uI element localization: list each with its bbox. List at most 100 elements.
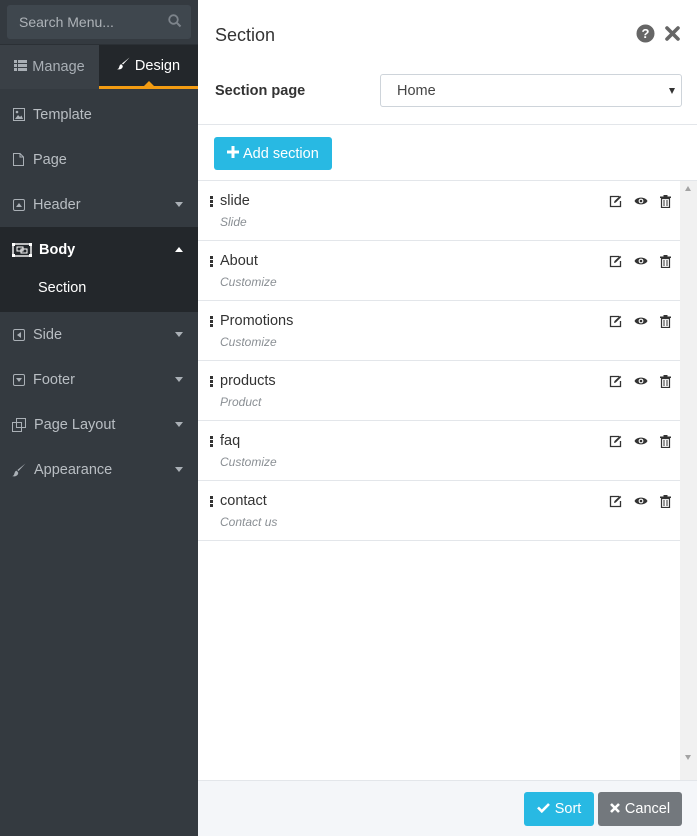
- sidebar-item-page[interactable]: Page: [0, 137, 198, 182]
- section-page-value: Home: [397, 82, 436, 99]
- eye-icon[interactable]: [634, 195, 648, 208]
- cancel-button[interactable]: Cancel: [598, 792, 682, 826]
- section-panel: Section ? Section page Home Add section …: [198, 0, 697, 836]
- times-icon: [610, 801, 620, 817]
- tab-design[interactable]: Design: [99, 45, 198, 89]
- chevron-down-icon: [175, 422, 183, 427]
- clone-icon: [12, 417, 26, 432]
- object-group-icon: [12, 242, 32, 257]
- section-row[interactable]: contact Contact us: [198, 481, 680, 541]
- sort-button[interactable]: Sort: [524, 792, 594, 826]
- search-input[interactable]: [8, 6, 190, 38]
- sidebar-item-label: Side: [33, 326, 63, 343]
- section-actions: [609, 255, 671, 268]
- image-icon: [12, 108, 25, 121]
- chevron-down-icon: [175, 377, 183, 382]
- section-row[interactable]: About Customize: [198, 241, 680, 301]
- edit-icon[interactable]: [609, 315, 622, 328]
- section-row[interactable]: Promotions Customize: [198, 301, 680, 361]
- section-type: Contact us: [220, 515, 278, 529]
- drag-handle-icon[interactable]: [210, 436, 213, 448]
- scrollbar[interactable]: [680, 181, 697, 780]
- panel-title: Section: [215, 24, 276, 45]
- section-type: Customize: [220, 455, 277, 469]
- sidebar: Manage Design Template Page Header: [0, 0, 198, 836]
- sidebar-item-header[interactable]: Header: [0, 182, 198, 227]
- chevron-down-icon: [175, 467, 183, 472]
- panel-footer: Sort Cancel: [198, 780, 697, 836]
- sidebar-subitem-section[interactable]: Section: [0, 270, 198, 312]
- brush-icon: [117, 57, 130, 74]
- search-icon[interactable]: [168, 14, 182, 31]
- eye-icon[interactable]: [634, 375, 648, 388]
- section-page-select[interactable]: Home: [380, 74, 682, 107]
- add-section-label: Add section: [243, 145, 319, 162]
- caret-square-up-icon: [12, 198, 25, 211]
- trash-icon[interactable]: [660, 195, 671, 208]
- trash-icon[interactable]: [660, 435, 671, 448]
- sort-label: Sort: [554, 801, 582, 817]
- section-actions: [609, 435, 671, 448]
- sidebar-item-footer[interactable]: Footer: [0, 357, 198, 402]
- paint-brush-icon: [12, 463, 26, 476]
- section-row[interactable]: slide Slide: [198, 181, 680, 241]
- chevron-up-icon: [175, 247, 183, 252]
- edit-icon[interactable]: [609, 375, 622, 388]
- panel-header-icons: ?: [636, 24, 680, 46]
- sidebar-tabs: Manage Design: [0, 44, 198, 89]
- check-icon: [536, 801, 550, 817]
- section-type: Slide: [220, 215, 247, 229]
- chevron-down-icon: [175, 332, 183, 337]
- section-type: Customize: [220, 275, 277, 289]
- sidebar-item-appearance[interactable]: Appearance: [0, 447, 198, 492]
- section-actions: [609, 375, 671, 388]
- sidebar-item-body[interactable]: Body: [0, 227, 198, 272]
- search-wrap: [0, 0, 198, 44]
- eye-icon[interactable]: [634, 315, 648, 328]
- trash-icon[interactable]: [660, 375, 671, 388]
- scroll-down-icon[interactable]: [685, 755, 691, 760]
- close-icon[interactable]: [665, 26, 680, 44]
- sidebar-subitem-label: Section: [38, 280, 87, 296]
- section-actions: [609, 315, 671, 328]
- drag-handle-icon[interactable]: [210, 316, 213, 328]
- sidebar-item-template[interactable]: Template: [0, 92, 198, 137]
- edit-icon[interactable]: [609, 495, 622, 508]
- sidebar-item-side[interactable]: Side: [0, 312, 198, 357]
- eye-icon[interactable]: [634, 435, 648, 448]
- trash-icon[interactable]: [660, 255, 671, 268]
- trash-icon[interactable]: [660, 315, 671, 328]
- section-list-wrap: slide Slide About Customize Promotions Custom…: [198, 181, 697, 780]
- chevron-down-icon: [175, 202, 183, 207]
- drag-handle-icon[interactable]: [210, 496, 213, 508]
- add-section-row: Add section: [198, 125, 697, 181]
- search-box[interactable]: [7, 5, 191, 39]
- edit-icon[interactable]: [609, 435, 622, 448]
- section-actions: [609, 195, 671, 208]
- tab-manage[interactable]: Manage: [0, 45, 99, 89]
- trash-icon[interactable]: [660, 495, 671, 508]
- list-icon: [14, 59, 28, 75]
- scroll-up-icon[interactable]: [685, 186, 691, 191]
- eye-icon[interactable]: [634, 255, 648, 268]
- section-row[interactable]: products Product: [198, 361, 680, 421]
- drag-handle-icon[interactable]: [210, 256, 213, 268]
- sidebar-item-label: Template: [33, 106, 92, 123]
- eye-icon[interactable]: [634, 495, 648, 508]
- drag-handle-icon[interactable]: [210, 376, 213, 388]
- sidebar-item-page-layout[interactable]: Page Layout: [0, 402, 198, 447]
- plus-icon: [227, 145, 239, 162]
- edit-icon[interactable]: [609, 255, 622, 268]
- sidebar-item-label: Page Layout: [34, 416, 116, 433]
- help-icon[interactable]: ?: [636, 24, 655, 46]
- sidebar-nav: Template Page Header Body Section Side F…: [0, 92, 198, 492]
- section-row[interactable]: faq Customize: [198, 421, 680, 481]
- add-section-button[interactable]: Add section: [214, 137, 332, 170]
- edit-icon[interactable]: [609, 195, 622, 208]
- sidebar-item-label: Appearance: [34, 461, 113, 478]
- chevron-down-icon: [669, 88, 675, 94]
- section-actions: [609, 495, 671, 508]
- drag-handle-icon[interactable]: [210, 196, 213, 208]
- tab-manage-label: Manage: [32, 59, 85, 75]
- section-page-row: Section page Home: [198, 70, 697, 125]
